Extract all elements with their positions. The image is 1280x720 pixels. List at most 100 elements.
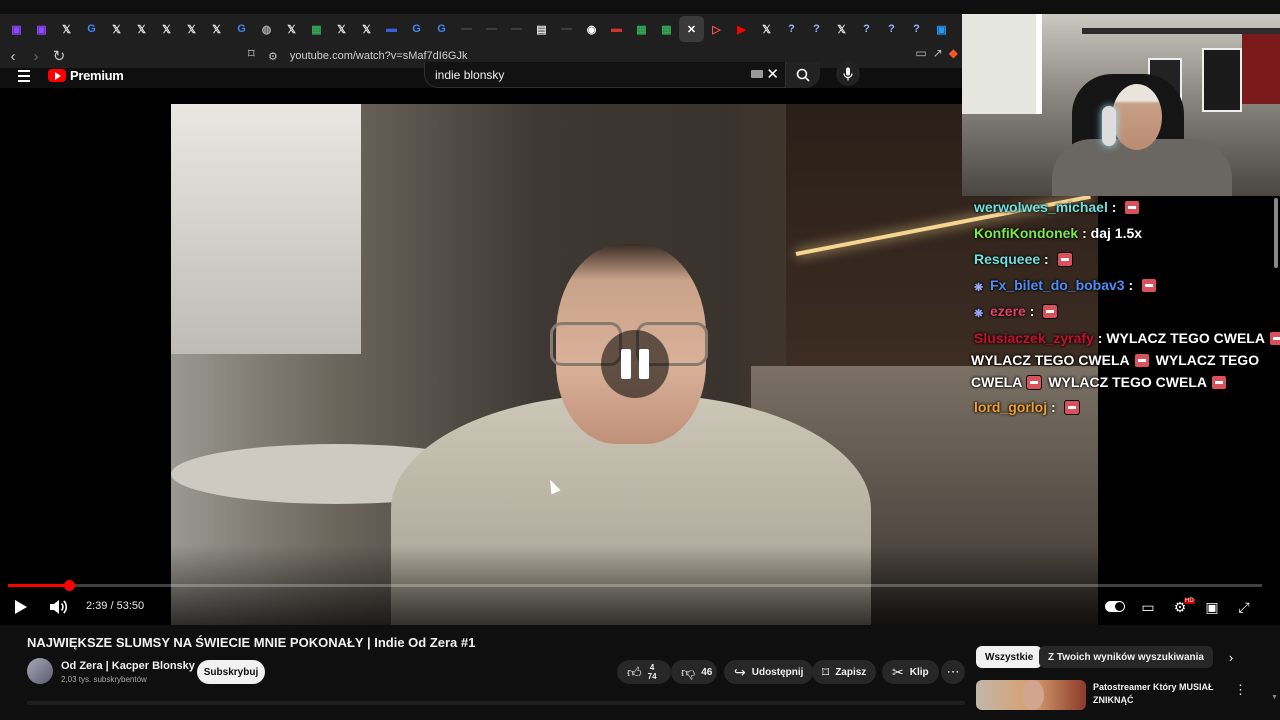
chat-message: ❋ Fx_bilet_do_bobav3 :	[974, 274, 1158, 296]
recommendation-title[interactable]: Patostreamer Który MUSIAŁ ZNIKNĄĆ	[1093, 681, 1223, 707]
video-title: NAJWIĘKSZE SLUMSY NA ŚWIECIE MNIE POKONA…	[27, 635, 476, 650]
dash-icon[interactable]: —	[454, 16, 479, 42]
reload-icon[interactable]: ↻	[49, 46, 69, 66]
x-icon[interactable]: 𝕏	[179, 16, 204, 42]
youtube-icon[interactable]: ▶	[729, 16, 754, 42]
clip-button[interactable]: ✂ Klip	[882, 660, 939, 684]
play-outline-icon[interactable]: ▷	[704, 16, 729, 42]
cast-icon[interactable]: ▭	[915, 46, 926, 60]
thumbs-down-icon: 👎︎	[681, 663, 696, 680]
chat-username[interactable]: KonfiKondonek	[974, 225, 1078, 241]
play-button[interactable]	[15, 600, 27, 614]
dash-icon[interactable]: —	[554, 16, 579, 42]
chat-message: KonfiKondonek : daj 1.5x	[974, 225, 1143, 241]
google-icon[interactable]: G	[79, 16, 104, 42]
question-icon[interactable]: ?	[904, 16, 929, 42]
fullscreen-icon[interactable]: ⤢	[1234, 598, 1254, 616]
chat-text: CWELA	[971, 374, 1023, 390]
share-page-icon[interactable]: ↗	[933, 46, 943, 60]
dash-icon[interactable]: —	[504, 16, 529, 42]
subscriber-count: 2,03 tys. subskrybentów	[61, 675, 147, 684]
tab-blue-icon[interactable]: ▣	[929, 16, 954, 42]
chatgpt-icon[interactable]: ◉	[579, 16, 604, 42]
share-icon: ↪	[734, 663, 746, 680]
chat-username[interactable]: Slusiaczek_zyrafy	[974, 330, 1094, 346]
chat-text: WYLACZ TEGO CWELA	[1048, 374, 1207, 390]
google-icon[interactable]: G	[229, 16, 254, 42]
chat-username[interactable]: ezere	[990, 303, 1026, 319]
x-icon[interactable]: 𝕏	[204, 16, 229, 42]
progress-bar[interactable]	[8, 580, 1262, 591]
more-actions-icon[interactable]: ⋯	[941, 660, 965, 684]
search-value: indie blonsky	[435, 67, 505, 82]
share-label: Udostępnij	[751, 666, 804, 678]
question-icon[interactable]: ?	[779, 16, 804, 42]
channel-avatar[interactable]	[27, 658, 53, 684]
dislike-button[interactable]: 👎︎ 46	[671, 660, 717, 684]
sheets-icon[interactable]: ▦	[304, 16, 329, 42]
subscribe-button[interactable]: Subskrybuj	[197, 660, 265, 684]
x-icon[interactable]: 𝕏	[129, 16, 154, 42]
x-icon[interactable]: 𝕏	[329, 16, 354, 42]
scroll-down-icon[interactable]: ▼	[1271, 694, 1278, 701]
question-icon[interactable]: ?	[804, 16, 829, 42]
site-settings-icon[interactable]: ⚙	[268, 50, 278, 63]
chat-username[interactable]: Resqueee	[974, 251, 1040, 267]
chip-from-search[interactable]: Z Twoich wyników wyszukiwania	[1039, 646, 1213, 668]
chat-emote-icon	[1268, 331, 1280, 346]
share-button[interactable]: ↪ Udostępnij	[724, 660, 814, 684]
x-icon[interactable]: 𝕏	[354, 16, 379, 42]
dash-icon[interactable]: —	[479, 16, 504, 42]
recommendation-menu-icon[interactable]: ⋮	[1234, 682, 1247, 698]
recommendation-thumbnail[interactable]	[976, 680, 1086, 710]
x-icon[interactable]: 𝕏	[54, 16, 79, 42]
chat-username[interactable]: Fx_bilet_do_bobav3	[990, 277, 1125, 293]
brave-shield-icon[interactable]: ◆	[949, 46, 958, 60]
sheets-icon[interactable]: ▦	[654, 16, 679, 42]
forward-icon[interactable]: ›	[26, 46, 46, 66]
question-icon[interactable]: ?	[854, 16, 879, 42]
volume-icon[interactable]	[48, 598, 68, 616]
bookmark-icon[interactable]: ⌑	[248, 46, 255, 62]
chat-username[interactable]: lord_gorloj	[974, 399, 1047, 415]
x-icon[interactable]: 𝕏	[754, 16, 779, 42]
news-red-icon[interactable]: ▬	[604, 16, 629, 42]
chat-scrollbar[interactable]	[1274, 198, 1278, 268]
x-icon[interactable]: 𝕏	[154, 16, 179, 42]
chat-username[interactable]: werwolwes_michael	[974, 199, 1108, 215]
back-icon[interactable]: ‹	[3, 46, 23, 66]
google-icon[interactable]: G	[404, 16, 429, 42]
chat-message: lord_gorloj :	[974, 396, 1080, 418]
autoplay-toggle[interactable]	[1105, 601, 1125, 612]
globe-icon[interactable]: ◍	[254, 16, 279, 42]
twitch-icon[interactable]: ▣	[4, 16, 29, 42]
chevron-right-icon[interactable]: ›	[1222, 648, 1240, 666]
search-button[interactable]	[786, 62, 820, 88]
keyboard-icon[interactable]	[751, 70, 763, 78]
search-input[interactable]: indie blonsky ✕	[424, 62, 786, 88]
channel-name[interactable]: Od Zera | Kacper Blonsky	[61, 660, 195, 672]
document-icon[interactable]: ▤	[529, 16, 554, 42]
google-icon[interactable]: G	[429, 16, 454, 42]
news-icon[interactable]: ▬	[379, 16, 404, 42]
clear-search-icon[interactable]: ✕	[766, 65, 779, 83]
chat-emote-icon	[1141, 278, 1158, 293]
save-button[interactable]: ⌑ Zapisz	[812, 660, 877, 684]
x-icon[interactable]: 𝕏	[279, 16, 304, 42]
close-icon[interactable]: ✕	[679, 16, 704, 42]
sheets-icon[interactable]: ▦	[629, 16, 654, 42]
chat-message: ❋ ezere :	[974, 300, 1059, 322]
miniplayer-icon[interactable]: ▣	[1202, 598, 1222, 616]
subtitles-icon[interactable]: ▭	[1138, 598, 1158, 616]
like-button[interactable]: 👍︎ 4 74	[617, 660, 671, 684]
x-icon[interactable]: 𝕏	[829, 16, 854, 42]
x-icon[interactable]: 𝕏	[104, 16, 129, 42]
twitch-icon[interactable]: ▣	[29, 16, 54, 42]
voice-search-button[interactable]	[836, 62, 860, 86]
chip-all[interactable]: Wszystkie	[976, 646, 1043, 668]
menu-icon[interactable]	[18, 70, 30, 85]
center-pause-button[interactable]	[601, 330, 669, 398]
microphone-icon	[843, 67, 853, 81]
youtube-premium-logo[interactable]: Premium	[48, 68, 124, 83]
question-icon[interactable]: ?	[879, 16, 904, 42]
